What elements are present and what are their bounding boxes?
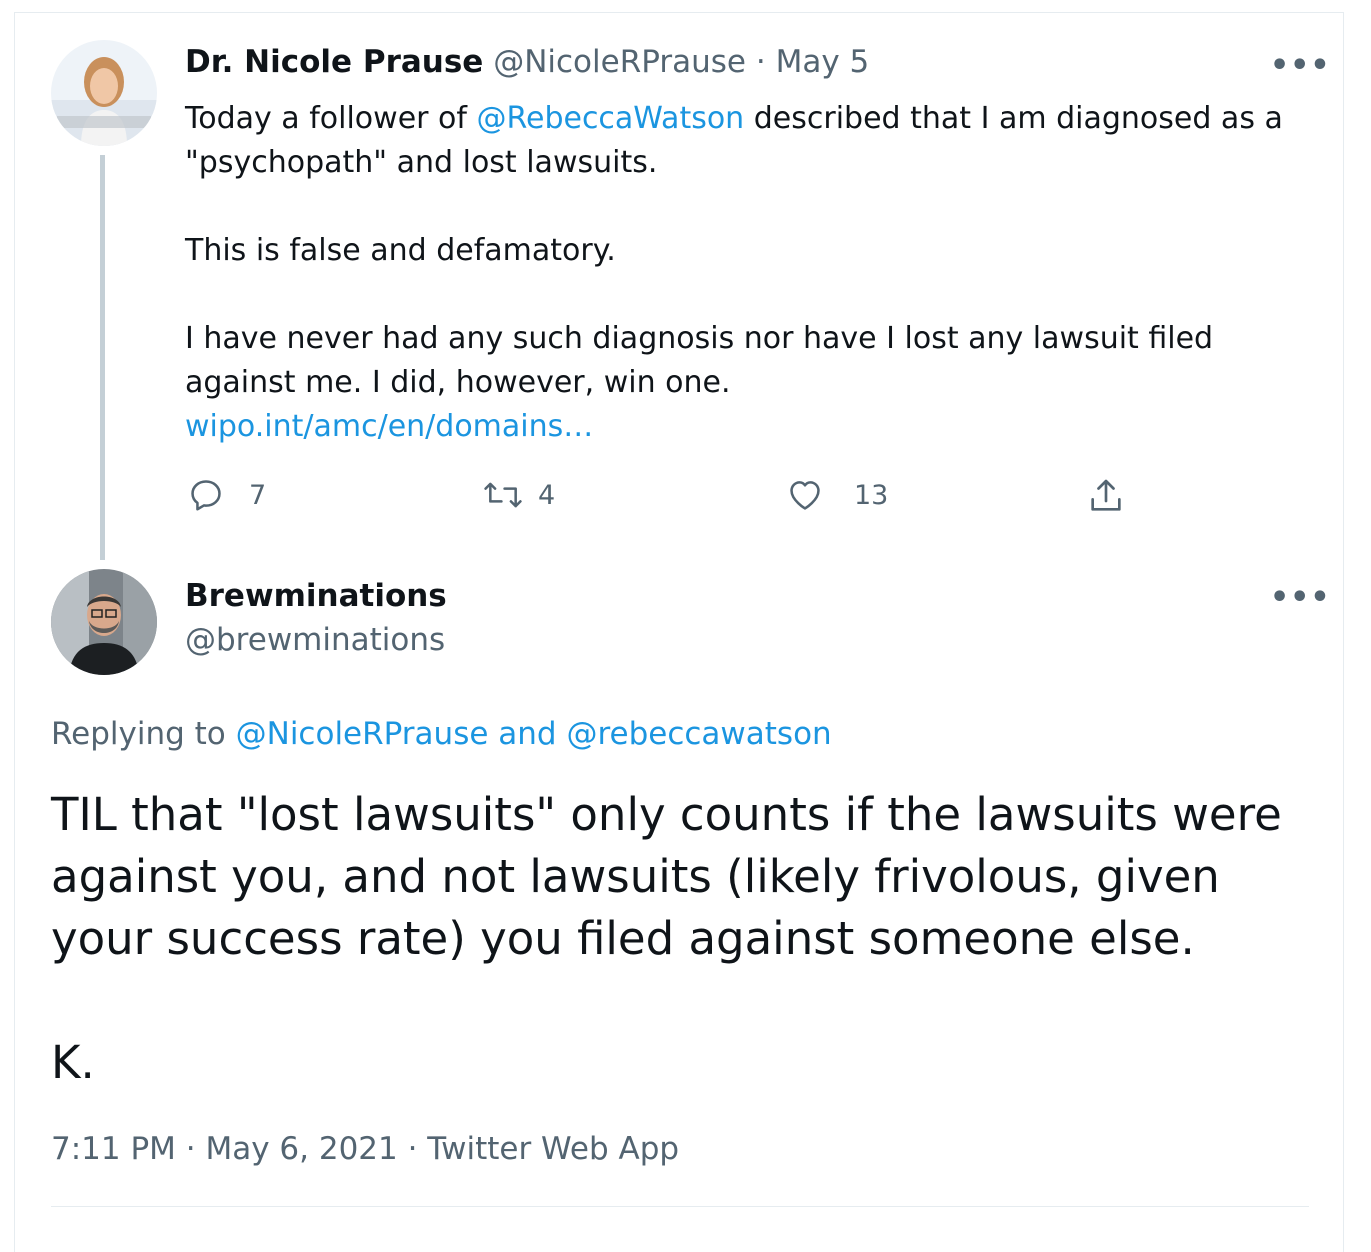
divider bbox=[51, 1206, 1309, 1207]
like-count: 13 bbox=[854, 479, 889, 511]
share-button[interactable] bbox=[1086, 476, 1126, 516]
tweet1-author-handle[interactable]: @NicoleRPrause bbox=[493, 44, 746, 80]
tweet1-para3: I have never had any such diagnosis nor … bbox=[185, 321, 1214, 400]
like-icon bbox=[786, 476, 824, 514]
tweet1-link[interactable]: wipo.int/amc/en/domains… bbox=[185, 405, 1305, 449]
tweet2-meta[interactable]: 7:11 PM · May 6, 2021 · Twitter Web App bbox=[51, 1131, 679, 1167]
tweet1-mention[interactable]: @RebeccaWatson bbox=[476, 101, 744, 136]
retweet-count: 4 bbox=[538, 479, 556, 511]
avatar-nicole[interactable] bbox=[51, 40, 157, 146]
replying-label: Replying to bbox=[51, 716, 236, 752]
tweet1-header: Dr. Nicole Prause @NicoleRPrause · May 5 bbox=[185, 44, 869, 80]
tweet1-text: Today a follower of @RebeccaWatson descr… bbox=[185, 97, 1305, 449]
tweet2-more-icon[interactable]: ••• bbox=[1270, 580, 1331, 615]
tweet2-author-handle[interactable]: @brewminations bbox=[185, 622, 445, 658]
tweet1-separator: · bbox=[746, 44, 776, 80]
replying-to: Replying to @NicoleRPrause and @rebeccaw… bbox=[51, 716, 832, 752]
tweet2-text: TIL that "lost lawsuits" only counts if … bbox=[51, 784, 1321, 1094]
tweet2-para2: K. bbox=[51, 1036, 95, 1089]
share-icon bbox=[1086, 476, 1126, 516]
reply-count: 7 bbox=[249, 479, 267, 511]
tweet1-more-icon[interactable]: ••• bbox=[1270, 48, 1331, 83]
reply-button[interactable]: 7 bbox=[187, 476, 266, 514]
tweet1-author-name[interactable]: Dr. Nicole Prause bbox=[185, 44, 483, 80]
retweet-icon bbox=[482, 476, 524, 514]
retweet-button[interactable]: 4 bbox=[482, 476, 555, 514]
thread-line bbox=[100, 155, 105, 560]
like-button[interactable]: 13 bbox=[786, 476, 888, 514]
replying-users[interactable]: @NicoleRPrause and @rebeccawatson bbox=[236, 716, 832, 752]
tweet2-para1: TIL that "lost lawsuits" only counts if … bbox=[51, 788, 1282, 965]
avatar-brewminations[interactable] bbox=[51, 569, 157, 675]
tweet1-text-pre: Today a follower of bbox=[185, 101, 477, 136]
tweet1-date[interactable]: May 5 bbox=[776, 44, 870, 80]
reply-icon bbox=[187, 476, 225, 514]
tweet1-para2: This is false and defamatory. bbox=[185, 233, 616, 268]
tweet2-author-name[interactable]: Brewminations bbox=[185, 578, 447, 614]
